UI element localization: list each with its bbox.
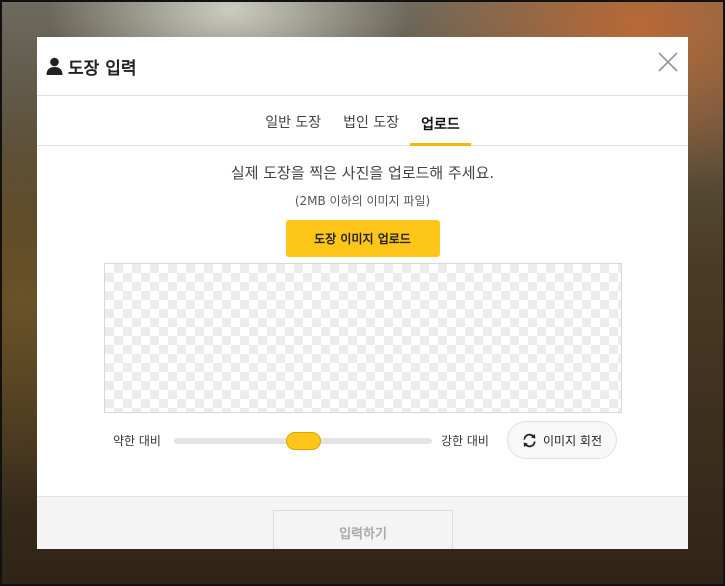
modal-header: 도장 입력	[37, 37, 688, 96]
stamp-type-tabs: 일반 도장 법인 도장 업로드	[37, 96, 688, 146]
tab-corporate-stamp[interactable]: 법인 도장	[332, 112, 410, 146]
tab-upload[interactable]: 업로드	[410, 114, 471, 146]
upload-size-note: (2MB 이하의 이미지 파일)	[294, 194, 431, 208]
contrast-control: 약한 대비 강한 대비 이미지 회전	[37, 421, 688, 461]
modal-title: 도장 입력	[68, 58, 137, 79]
modal-footer: 입력하기	[37, 496, 688, 549]
stamp-input-modal: 도장 입력 일반 도장 법인 도장 업로드 실제 도장을 찍은 사진을 업로드해…	[37, 37, 688, 549]
rotate-image-button[interactable]: 이미지 회전	[507, 421, 617, 459]
upload-stamp-image-button[interactable]: 도장 이미지 업로드	[285, 220, 440, 257]
user-icon	[46, 57, 63, 75]
rotate-image-label: 이미지 회전	[542, 433, 602, 448]
contrast-slider-thumb[interactable]	[285, 432, 321, 450]
contrast-slider[interactable]	[174, 432, 432, 450]
weak-contrast-label: 약한 대비	[113, 434, 161, 448]
tab-normal-stamp[interactable]: 일반 도장	[254, 112, 332, 146]
upload-description: 실제 도장을 찍은 사진을 업로드해 주세요.	[230, 164, 495, 182]
strong-contrast-label: 강한 대비	[441, 434, 489, 448]
rotate-icon	[523, 433, 536, 447]
submit-button[interactable]: 입력하기	[273, 510, 453, 549]
stamp-image-preview	[104, 263, 622, 413]
close-icon[interactable]	[657, 51, 679, 73]
